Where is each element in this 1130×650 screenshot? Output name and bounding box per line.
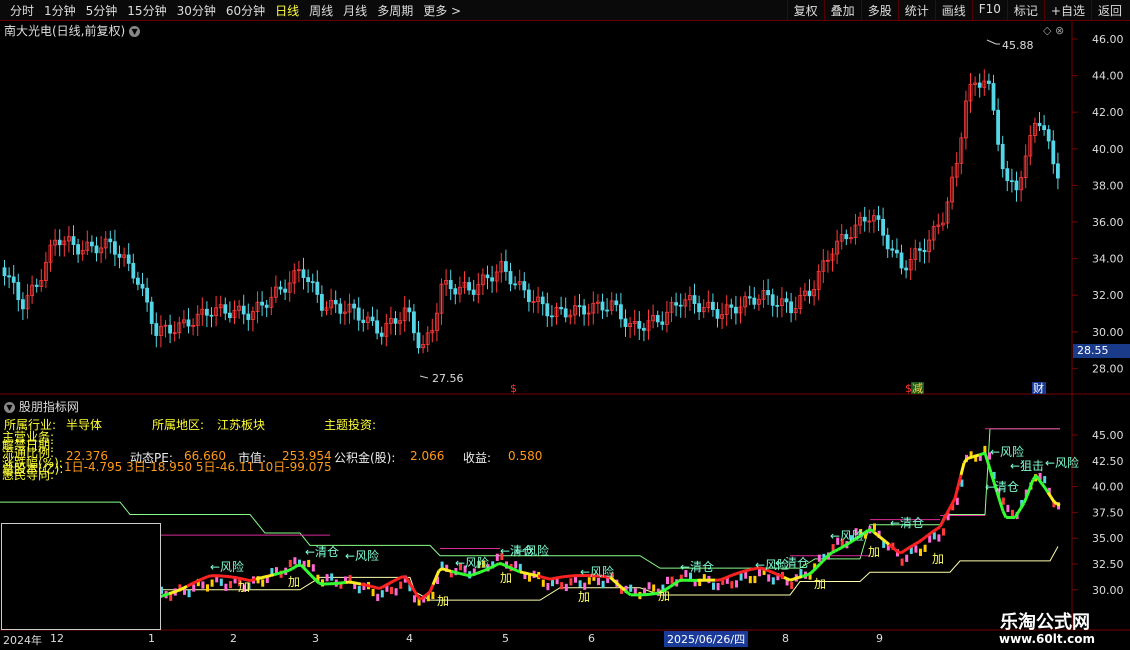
region-value: 江苏板块 — [217, 418, 266, 432]
add-label: 加 — [500, 571, 512, 585]
reduce-marker[interactable]: 减 — [912, 382, 923, 395]
add-label: 加 — [868, 545, 880, 559]
time-label-dec: 12 — [50, 632, 64, 645]
signal-label: ←风险 — [455, 555, 489, 570]
price-axis: 46.00 44.00 42.00 40.00 38.00 36.00 34.00 32.00… — [1072, 33, 1124, 375]
price-tick-label: 36.00 — [1092, 216, 1124, 229]
theme-label: 主题投资: — [324, 418, 377, 432]
signal-label: ←风险 — [345, 548, 379, 563]
price-tick-label: 28.00 — [1092, 362, 1124, 375]
chevron-down-icon[interactable]: ▼ — [4, 402, 15, 413]
high-pointer — [986, 39, 997, 45]
price-tick-label: 46.00 — [1092, 33, 1124, 46]
time-axis: 2024年 12 1 2 3 4 5 6 8 9 — [0, 632, 980, 647]
add-label: 加 — [238, 580, 250, 594]
add-label: 加 — [437, 594, 449, 608]
signal-label: ←清仓 — [985, 480, 1019, 494]
time-label-feb: 2 — [230, 632, 237, 645]
time-label-jun: 6 — [588, 632, 595, 645]
industry-value: 半导体 — [66, 418, 103, 432]
finance-marker[interactable]: 财 — [1033, 381, 1044, 395]
time-label-apr: 4 — [406, 632, 413, 645]
reserve-fund-value: 2.066 — [410, 449, 445, 463]
kline-chart[interactable]: 46.00 44.00 42.00 40.00 38.00 36.00 34.00 32.00… — [0, 0, 1130, 650]
low-price-label: 27.56 — [432, 372, 464, 385]
time-label-jan: 1 — [148, 632, 155, 645]
region-label: 所属地区: — [152, 418, 205, 432]
indicator-name: 股朋指标网 — [18, 400, 79, 414]
cursor-date: 2025/06/26/四 — [664, 631, 749, 647]
indicator-axis: 45.00 42.50 40.00 37.50 35.00 32.50 30.00 — [1072, 429, 1124, 597]
candlesticks — [2, 69, 1060, 354]
signal-label: ←风险 — [515, 543, 549, 558]
signal-label: ←清仓 — [775, 556, 809, 570]
signal-label: ←风险 — [580, 564, 614, 579]
indicator-tick-label: 45.00 — [1092, 429, 1124, 442]
period-changes: 1日-4.795 3日-18.950 5日-46.11 10日-99.075 — [64, 460, 332, 474]
price-tick-label: 44.00 — [1092, 70, 1124, 83]
indicator-inset-box — [1, 523, 161, 630]
indicator-tick-label: 35.00 — [1092, 532, 1124, 545]
time-label-may: 5 — [502, 632, 509, 645]
watermark-url: www.60lt.com — [999, 632, 1096, 646]
income-label: 收益: — [463, 451, 492, 465]
time-label-year: 2024年 — [3, 634, 42, 647]
indicator-tick-label: 42.50 — [1092, 455, 1124, 468]
signal-label: ←风险 — [990, 444, 1024, 459]
signal-label: ←风险 — [1045, 455, 1079, 470]
price-tick-label: 42.00 — [1092, 106, 1124, 119]
huimin-label: 惠民导向: — [2, 468, 55, 482]
high-price-label: 45.88 — [1002, 39, 1034, 52]
event-marker-s2[interactable]: $ — [905, 382, 912, 395]
add-label: 加 — [932, 552, 944, 566]
price-tick-label: 30.00 — [1092, 326, 1124, 339]
signal-label: ←清仓 — [890, 516, 924, 530]
add-label: 加 — [658, 589, 670, 603]
price-tick-label: 34.00 — [1092, 253, 1124, 266]
watermark-title: 乐淘公式网 — [1000, 612, 1090, 633]
add-label: 加 — [288, 575, 300, 589]
current-price-tag: 28.55 — [1073, 344, 1130, 358]
event-marker-s[interactable]: $ — [510, 382, 517, 395]
signal-label: ←狙击 — [1010, 459, 1044, 473]
time-label-sep: 9 — [876, 632, 883, 645]
add-label: 加 — [814, 577, 826, 591]
signal-label: ←风险 — [830, 528, 864, 543]
indicator-tick-label: 37.50 — [1092, 506, 1124, 519]
indicator-title: ▼ 股朋指标网 — [4, 398, 79, 415]
reserve-fund-label: 公积金(股): — [334, 451, 396, 465]
price-tick-label: 38.00 — [1092, 179, 1124, 192]
add-label: 加 — [578, 590, 590, 604]
signal-label: ←清仓 — [680, 560, 714, 574]
low-pointer — [419, 375, 429, 379]
indicator-tick-label: 30.00 — [1092, 584, 1124, 597]
signal-label: ←清仓 — [305, 545, 339, 559]
indicator-tick-label: 40.00 — [1092, 481, 1124, 494]
price-tick-label: 40.00 — [1092, 143, 1124, 156]
time-label-mar: 3 — [312, 632, 319, 645]
indicator-tick-label: 32.50 — [1092, 558, 1124, 571]
time-label-aug: 8 — [782, 632, 789, 645]
price-tick-label: 32.00 — [1092, 289, 1124, 302]
income-value: 0.580 — [508, 449, 543, 463]
signal-label: ←风险 — [210, 559, 244, 574]
